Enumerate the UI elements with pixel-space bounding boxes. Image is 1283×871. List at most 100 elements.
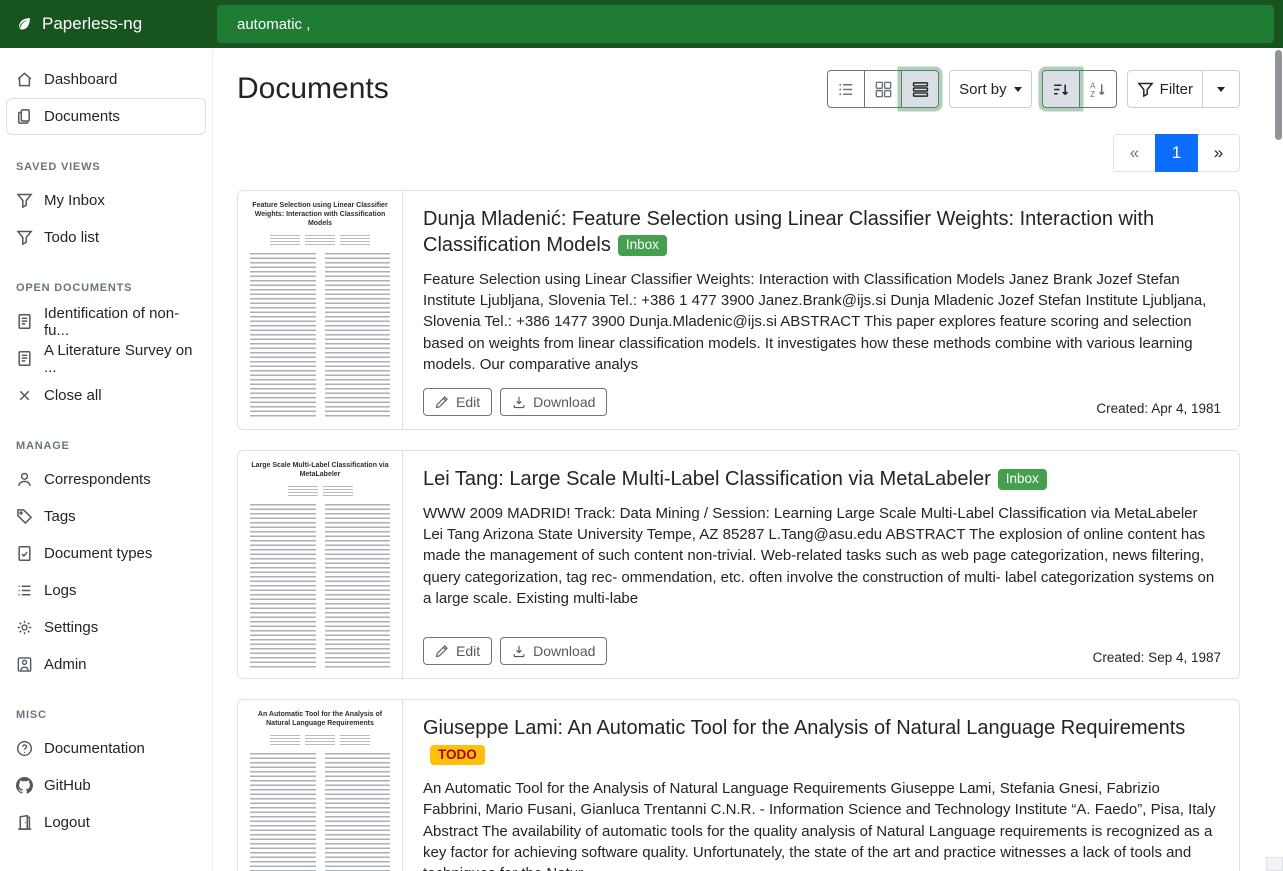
document-card-footer: Edit Download Created: Apr 4, 1981 [423,375,1221,416]
download-label: Download [533,643,595,659]
tag-badge-todo[interactable]: TODO [430,745,485,766]
thumbnail-text-lines [250,753,390,871]
tag-badge-inbox[interactable]: Inbox [618,235,667,256]
filter-funnel-icon [16,192,33,209]
document-excerpt: An Automatic Tool for the Analysis of Na… [423,778,1221,871]
sidebar-item-my-inbox[interactable]: My Inbox [0,182,212,219]
view-mode-group [827,70,939,108]
sidebar-item-label: Document types [44,545,152,562]
top-navbar: Paperless-ng [0,0,1283,48]
document-actions: Edit Download [423,637,607,665]
document-card-body: Lei Tang: Large Scale Multi-Label Classi… [403,451,1239,678]
sidebar-item-todo-list[interactable]: Todo list [0,219,212,256]
sidebar-item-close-all[interactable]: Close all [0,377,212,414]
sidebar-section-open-documents: OPEN DOCUMENTS [0,282,212,303]
view-grid-button[interactable] [864,70,902,108]
filter-label: Filter [1160,81,1193,98]
document-card: An Automatic Tool for the Analysis of Na… [237,699,1240,871]
pagination: « 1 » [237,134,1240,172]
pagination-next-button[interactable]: » [1197,134,1240,172]
filter-funnel-icon [1137,81,1154,98]
pagination-page-1-button[interactable]: 1 [1155,134,1198,172]
sidebar-item-label: Tags [44,508,76,525]
thumbnail-author-lines [250,486,390,497]
chevron-down-icon [1014,87,1022,92]
sidebar-item-github[interactable]: GitHub [0,767,212,804]
thumbnail-text-lines [250,504,390,668]
download-icon [512,395,526,409]
person-icon [16,471,33,488]
dashboard-icon [16,71,33,88]
sidebar-item-label: Logs [44,582,77,599]
document-thumbnail[interactable]: Feature Selection using Linear Classifie… [238,191,403,429]
question-circle-icon [16,740,33,757]
app-brand[interactable]: Paperless-ng [0,0,213,48]
document-thumbnail[interactable]: Large Scale Multi-Label Classification v… [238,451,403,678]
document-title-link[interactable]: Dunja Mladenić: Feature Selection using … [423,208,1154,256]
sidebar-item-tags[interactable]: Tags [0,498,212,535]
sidebar-item-label: Admin [44,656,87,673]
document-title: Lei Tang: Large Scale Multi-Label Classi… [423,466,1221,492]
sidebar-item-label: GitHub [44,777,91,794]
view-table-button[interactable] [827,70,865,108]
edit-button[interactable]: Edit [423,637,492,665]
svg-text:Z: Z [1090,89,1095,97]
sidebar-item-label: Dashboard [44,71,117,88]
sort-descending-button[interactable] [1042,70,1080,108]
sidebar-item-open-document-2[interactable]: A Literature Survey on ... [0,340,212,377]
sort-by-label: Sort by [959,81,1007,98]
sidebar-item-documentation[interactable]: Documentation [0,730,212,767]
edit-button[interactable]: Edit [423,388,492,416]
pencil-icon [435,644,449,658]
sidebar: Dashboard Documents SAVED VIEWS My Inbox… [0,48,213,871]
app-title: Paperless-ng [42,14,142,34]
thumbnail-title: An Automatic Tool for the Analysis of Na… [250,710,390,728]
sidebar-item-label: Documentation [44,740,145,757]
document-title-link[interactable]: Lei Tang: Large Scale Multi-Label Classi… [423,468,991,490]
filter-dropdown-toggle[interactable] [1202,70,1240,108]
document-card-footer: Edit Download Created: Sep 4, 1987 [423,624,1221,665]
document-card: Large Scale Multi-Label Classification v… [237,450,1240,679]
download-button[interactable]: Download [500,637,607,665]
sidebar-item-logout[interactable]: Logout [0,804,212,841]
pagination-previous-button[interactable]: « [1113,134,1156,172]
sidebar-item-documents[interactable]: Documents [6,98,206,135]
gear-icon [16,619,33,636]
sort-by-dropdown[interactable]: Sort by [949,70,1032,108]
thumbnail-text-lines [250,253,390,419]
document-thumbnail[interactable]: An Automatic Tool for the Analysis of Na… [238,700,403,871]
sidebar-item-dashboard[interactable]: Dashboard [0,61,212,98]
sort-alphabetical-button[interactable]: AZ [1079,70,1117,108]
thumbnail-author-lines [250,735,390,746]
sidebar-item-admin[interactable]: Admin [0,646,212,683]
sidebar-item-open-document-1[interactable]: Identification of non-fu... [0,303,212,340]
document-title-link[interactable]: Giuseppe Lami: An Automatic Tool for the… [423,717,1185,739]
download-button[interactable]: Download [500,388,607,416]
download-icon [512,644,526,658]
sidebar-item-label: Todo list [44,229,99,246]
tag-badge-inbox[interactable]: Inbox [998,469,1047,490]
page-title: Documents [237,72,389,106]
document-list: Feature Selection using Linear Classifie… [237,190,1240,871]
tag-icon [16,508,33,525]
sidebar-item-label: Close all [44,387,102,404]
document-title: Giuseppe Lami: An Automatic Tool for the… [423,715,1221,768]
paperless-leaf-icon [15,16,32,33]
sidebar-item-label: A Literature Survey on ... [44,342,196,376]
sort-alpha-icon: AZ [1089,81,1106,98]
thumbnail-author-lines [250,235,390,246]
search-input[interactable] [217,5,1274,43]
sidebar-item-settings[interactable]: Settings [0,609,212,646]
file-text-icon [16,313,33,330]
filter-button[interactable]: Filter [1127,70,1203,108]
vertical-scrollbar-thumb[interactable] [1275,50,1282,140]
document-card-body: Giuseppe Lami: An Automatic Tool for the… [403,700,1239,871]
door-logout-icon [16,814,33,831]
sidebar-item-document-types[interactable]: Document types [0,535,212,572]
document-excerpt: WWW 2009 MADRID! Track: Data Mining / Se… [423,503,1221,609]
filter-funnel-icon [16,229,33,246]
pencil-icon [435,395,449,409]
sidebar-item-correspondents[interactable]: Correspondents [0,461,212,498]
view-details-button[interactable] [901,70,939,108]
sidebar-item-logs[interactable]: Logs [0,572,212,609]
